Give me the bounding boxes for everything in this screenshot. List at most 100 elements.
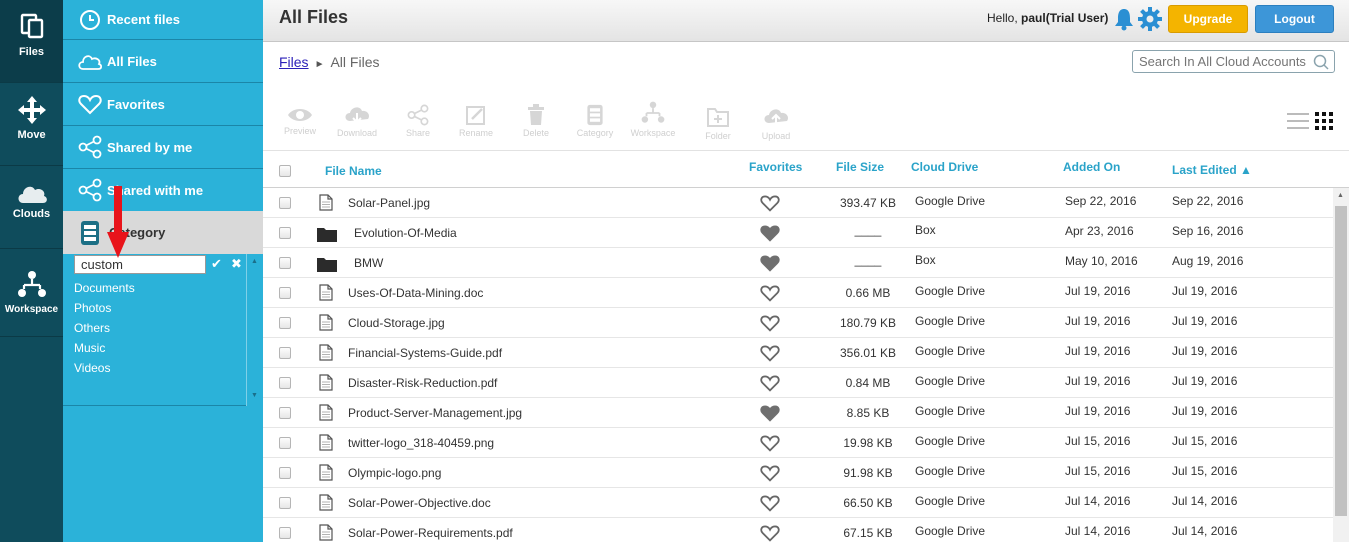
column-file-size[interactable]: File Size [836, 160, 884, 174]
heart-icon[interactable] [760, 194, 780, 215]
table-row[interactable]: BMW ____ Box May 10, 2016 Aug 19, 2016 [263, 248, 1333, 278]
sidebar-item-shared-with-me[interactable]: Shared with me [63, 169, 263, 212]
sidebar-item-recent-files[interactable]: Recent files [63, 0, 263, 40]
scroll-down-icon[interactable]: ▼ [251, 392, 258, 399]
heart-icon[interactable] [760, 284, 780, 305]
table-row[interactable]: Financial-Systems-Guide.pdf 356.01 KB Goog… [263, 338, 1333, 368]
row-checkbox[interactable] [279, 227, 291, 239]
column-cloud-drive[interactable]: Cloud Drive [911, 160, 978, 174]
tool-preview[interactable]: Preview [270, 106, 330, 136]
column-last-edited[interactable]: Last Edited ▲ [1172, 163, 1252, 177]
file-name[interactable]: BMW [354, 256, 383, 270]
file-name[interactable]: Solar-Power-Requirements.pdf [348, 526, 513, 540]
row-checkbox[interactable] [279, 497, 291, 509]
tool-category[interactable]: Category [565, 104, 625, 138]
category-scrollbar[interactable]: ▲ ▼ [246, 254, 263, 406]
search-icon[interactable] [1313, 54, 1329, 70]
heart-icon[interactable] [760, 374, 780, 395]
table-row[interactable]: Solar-Power-Requirements.pdf 67.15 KB Goog… [263, 518, 1333, 542]
table-scrollbar[interactable]: ▲ [1333, 188, 1349, 542]
search-input[interactable] [1132, 50, 1335, 73]
list-view-icon[interactable] [1287, 112, 1309, 130]
upgrade-button[interactable]: Upgrade [1168, 5, 1248, 33]
sidebar-item-category[interactable]: Category [63, 211, 263, 254]
file-name[interactable]: Uses-Of-Data-Mining.doc [348, 286, 483, 300]
column-favorites[interactable]: Favorites [749, 160, 802, 174]
category-name-input[interactable] [74, 255, 206, 274]
heart-icon[interactable] [760, 494, 780, 515]
heart-filled-icon[interactable] [760, 224, 780, 245]
tool-share[interactable]: Share [388, 104, 448, 138]
column-added-on[interactable]: Added On [1063, 160, 1120, 174]
scrollbar-thumb[interactable] [1335, 206, 1347, 516]
row-checkbox[interactable] [279, 437, 291, 449]
row-checkbox[interactable] [279, 257, 291, 269]
file-name[interactable]: Disaster-Risk-Reduction.pdf [348, 376, 497, 390]
close-icon[interactable]: ✖ [231, 256, 242, 272]
table-row[interactable]: Product-Server-Management.jpg 8.85 KB Goog… [263, 398, 1333, 428]
table-row[interactable]: Evolution-Of-Media ____ Box Apr 23, 2016 Sep… [263, 218, 1333, 248]
category-item-music[interactable]: Music [74, 338, 244, 358]
scroll-up-icon[interactable]: ▲ [1337, 192, 1344, 199]
file-name[interactable]: Financial-Systems-Guide.pdf [348, 346, 502, 360]
heart-icon[interactable] [760, 464, 780, 485]
table-row[interactable]: Olympic-logo.png 91.98 KB Google Drive Jul … [263, 458, 1333, 488]
row-checkbox[interactable] [279, 377, 291, 389]
tool-delete[interactable]: Delete [506, 104, 566, 138]
rail-item-move[interactable]: Move [0, 83, 63, 166]
row-checkbox[interactable] [279, 347, 291, 359]
file-name[interactable]: Solar-Power-Objective.doc [348, 496, 491, 510]
last-edited: Aug 19, 2016 [1172, 254, 1244, 268]
gear-icon[interactable] [1137, 6, 1163, 32]
sidebar-item-all-files[interactable]: All Files [63, 40, 263, 83]
heart-icon[interactable] [760, 344, 780, 365]
file-name[interactable]: Product-Server-Management.jpg [348, 406, 522, 420]
table-row[interactable]: Solar-Panel.jpg 393.47 KB Google Drive Sep … [263, 188, 1333, 218]
heart-icon[interactable] [760, 314, 780, 335]
row-checkbox[interactable] [279, 197, 291, 209]
logout-button[interactable]: Logout [1255, 5, 1334, 33]
sidebar-item-shared-by-me[interactable]: Shared by me [63, 126, 263, 169]
rail-item-files[interactable]: Files [0, 0, 63, 83]
table-row[interactable]: Disaster-Risk-Reduction.pdf 0.84 MB Google… [263, 368, 1333, 398]
breadcrumb-link-files[interactable]: Files [279, 54, 309, 70]
check-icon[interactable]: ✔ [211, 256, 222, 272]
row-checkbox[interactable] [279, 407, 291, 419]
tool-workspace[interactable]: Workspace [623, 100, 683, 138]
file-name[interactable]: Evolution-Of-Media [354, 226, 457, 240]
heart-icon[interactable] [760, 434, 780, 455]
rail-label-files: Files [18, 46, 45, 58]
scroll-up-icon[interactable]: ▲ [251, 258, 258, 265]
row-checkbox[interactable] [279, 467, 291, 479]
table-row[interactable]: twitter-logo_318-40459.png 19.98 KB Google… [263, 428, 1333, 458]
tool-rename[interactable]: Rename [446, 104, 506, 138]
table-row[interactable]: Solar-Power-Objective.doc 66.50 KB Google … [263, 488, 1333, 518]
cloud-drive: Google Drive [915, 404, 986, 418]
column-file-name[interactable]: File Name [325, 164, 382, 178]
heart-filled-icon[interactable] [760, 254, 780, 275]
category-item-others[interactable]: Others [74, 318, 244, 338]
sidebar-item-favorites[interactable]: Favorites [63, 83, 263, 126]
category-item-videos[interactable]: Videos [74, 358, 244, 378]
tool-folder[interactable]: Folder [688, 105, 748, 141]
row-checkbox[interactable] [279, 317, 291, 329]
grid-view-icon[interactable] [1315, 112, 1333, 130]
select-all-checkbox[interactable] [279, 165, 291, 177]
tool-download[interactable]: Download [327, 104, 387, 138]
bell-icon[interactable] [1113, 7, 1135, 31]
file-name[interactable]: Cloud-Storage.jpg [348, 316, 445, 330]
rail-item-workspace[interactable]: Workspace [0, 249, 63, 337]
category-item-documents[interactable]: Documents [74, 278, 244, 298]
row-checkbox[interactable] [279, 527, 291, 539]
category-item-photos[interactable]: Photos [74, 298, 244, 318]
table-row[interactable]: Uses-Of-Data-Mining.doc 0.66 MB Google Dri… [263, 278, 1333, 308]
tool-upload[interactable]: Upload [746, 105, 806, 141]
file-name[interactable]: Solar-Panel.jpg [348, 196, 430, 210]
row-checkbox[interactable] [279, 287, 291, 299]
heart-filled-icon[interactable] [760, 404, 780, 425]
table-row[interactable]: Cloud-Storage.jpg 180.79 KB Google Drive Ju… [263, 308, 1333, 338]
file-name[interactable]: twitter-logo_318-40459.png [348, 436, 494, 450]
heart-icon[interactable] [760, 524, 780, 542]
rail-item-clouds[interactable]: Clouds [0, 166, 63, 249]
file-name[interactable]: Olympic-logo.png [348, 466, 441, 480]
